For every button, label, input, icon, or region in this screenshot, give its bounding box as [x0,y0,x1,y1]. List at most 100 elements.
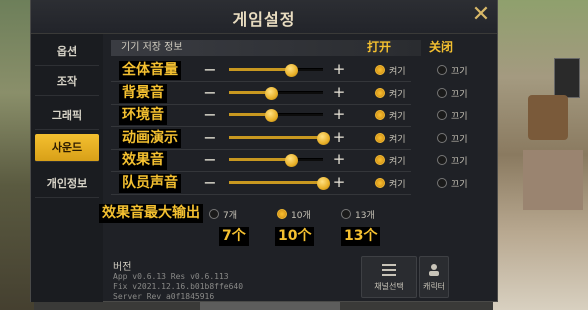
volume-slider[interactable] [229,154,323,168]
sound-off-radio[interactable] [437,178,447,188]
volume-row: 环境音 − + 켜기 끄기 [111,105,491,128]
volume-slider-fill [229,181,323,184]
sound-on-radio[interactable] [375,178,385,188]
volume-row-label: 队员声音 [119,174,181,193]
max-output-radio-10[interactable] [277,209,287,219]
sound-on-label: 켜기 [389,157,406,168]
sound-off-label: 끄기 [451,67,468,77]
volume-row-label: 动画演示 [119,128,181,148]
max-output-label-10: 10개 [291,211,311,221]
volume-increase-button[interactable]: + [332,106,346,122]
channel-select-button[interactable]: 채널선택 [361,256,417,298]
volume-slider-fill [229,135,323,139]
volume-increase-button[interactable]: + [332,174,346,190]
sidebar-item-sound[interactable]: 사운드 [35,134,99,162]
channel-select-label: 채널선택 [374,282,404,291]
column-header-on: 打开 [367,40,392,54]
sidebar-item-options[interactable]: 옵션 [35,38,99,66]
volume-row-label: 全体音量 [119,61,181,80]
max-output-radio-7[interactable] [209,209,219,219]
volume-slider-fill [229,68,292,71]
settings-window: 게임설정 ✕ 옵션 조작 그래픽 사운드 개인정보 기기 저장 정보 打开 关闭… [30,0,498,302]
max-output-label-13: 13개 [355,211,375,221]
column-header-off: 关闭 [429,40,454,54]
close-icon[interactable]: ✕ [469,3,493,27]
volume-row-label: 环境音 [119,106,167,126]
volume-slider-handle[interactable] [265,86,279,100]
version-title: 버전 [113,262,132,273]
sidebar-item-privacy[interactable]: 개인정보 [35,170,99,198]
volume-row: 全体音量 − + 켜기 끄기 [111,60,491,82]
sidebar-item-controls[interactable]: 조작 [35,68,99,96]
character-select-button[interactable]: 캐릭터 [419,256,449,298]
volume-increase-button[interactable]: + [332,151,346,167]
volume-decrease-button[interactable]: − [203,107,217,123]
max-output-row: 效果音最大输出 7개 10개 13개 [99,204,491,226]
volume-decrease-button[interactable]: − [203,62,217,78]
background-left-scene [0,0,34,310]
version-line-fix: Fix v2021.12.16.b01b8ffe640 [113,282,244,291]
window-title: 게임설정 [232,10,296,29]
sound-off-radio[interactable] [437,155,447,166]
sound-on-label: 켜기 [389,134,406,145]
volume-increase-button[interactable]: + [332,129,346,145]
sound-off-label: 끄기 [451,157,468,168]
sound-on-label: 켜기 [389,112,406,123]
character-select-label: 캐릭터 [422,282,446,291]
version-line-app: App v0.6.13 Res v0.6.113 [113,272,229,281]
annotation-10: 10个 [275,227,315,246]
volume-slider[interactable] [229,64,323,77]
volume-slider[interactable] [229,86,323,100]
background-signboard [554,58,580,98]
sound-on-radio[interactable] [375,65,385,75]
sound-on-radio[interactable] [375,87,385,98]
max-output-label-7: 7개 [223,211,238,221]
sound-on-label: 켜기 [389,89,406,100]
sound-on-label: 켜기 [389,180,406,190]
volume-decrease-button[interactable]: − [203,84,217,101]
volume-row: 动画演示 − + 켜기 끄기 [111,128,491,150]
sound-settings-panel: 기기 저장 정보 打开 关闭 全体音量 − + 켜기 끄기 背景音 − + 켜기 끄기 环境音 − + 켜… [99,40,493,301]
sound-off-radio[interactable] [437,110,447,121]
background-crate [523,150,583,210]
volume-increase-button[interactable]: + [332,61,346,77]
sound-on-radio[interactable] [375,132,385,143]
volume-slider[interactable] [229,131,330,145]
volume-slider-fill [229,158,292,162]
volume-slider-handle[interactable] [285,154,299,168]
volume-decrease-button[interactable]: − [203,129,217,146]
volume-decrease-button[interactable]: − [203,152,217,168]
sidebar-item-graphics[interactable]: 그래픽 [35,102,99,130]
person-icon [429,264,439,276]
window-titlebar: 게임설정 ✕ [31,0,497,34]
sound-on-radio[interactable] [375,155,385,166]
volume-slider-handle[interactable] [317,131,330,145]
sound-off-radio[interactable] [437,132,447,143]
list-icon [382,264,396,276]
sound-on-label: 켜기 [389,67,406,77]
volume-slider[interactable] [229,177,330,190]
volume-row: 效果音 − + 켜기 끄기 [111,150,491,173]
volume-row: 背景音 − + 켜기 끄기 [111,83,491,105]
max-output-label: 效果音最大输出 [99,204,203,223]
sound-off-label: 끄기 [451,180,468,190]
sound-off-radio[interactable] [437,65,447,75]
volume-increase-button[interactable]: + [332,84,346,100]
sound-off-label: 끄기 [451,112,468,123]
sound-off-radio[interactable] [437,87,447,98]
annotation-13: 13个 [341,227,381,246]
sound-on-radio[interactable] [375,110,385,121]
sound-off-label: 끄기 [451,134,468,145]
volume-decrease-button[interactable]: − [203,175,217,191]
annotation-7: 7个 [219,227,249,246]
settings-sidebar: 옵션 조작 그래픽 사운드 개인정보 [31,34,103,302]
volume-row-label: 背景音 [119,83,167,103]
volume-slider[interactable] [229,109,323,123]
row-divider [111,194,411,195]
volume-slider-handle[interactable] [285,64,299,77]
max-output-radio-13[interactable] [341,209,351,219]
volume-slider-handle[interactable] [317,177,330,190]
sound-off-label: 끄기 [451,89,468,100]
background-barrel [528,95,568,140]
volume-slider-handle[interactable] [265,109,279,123]
